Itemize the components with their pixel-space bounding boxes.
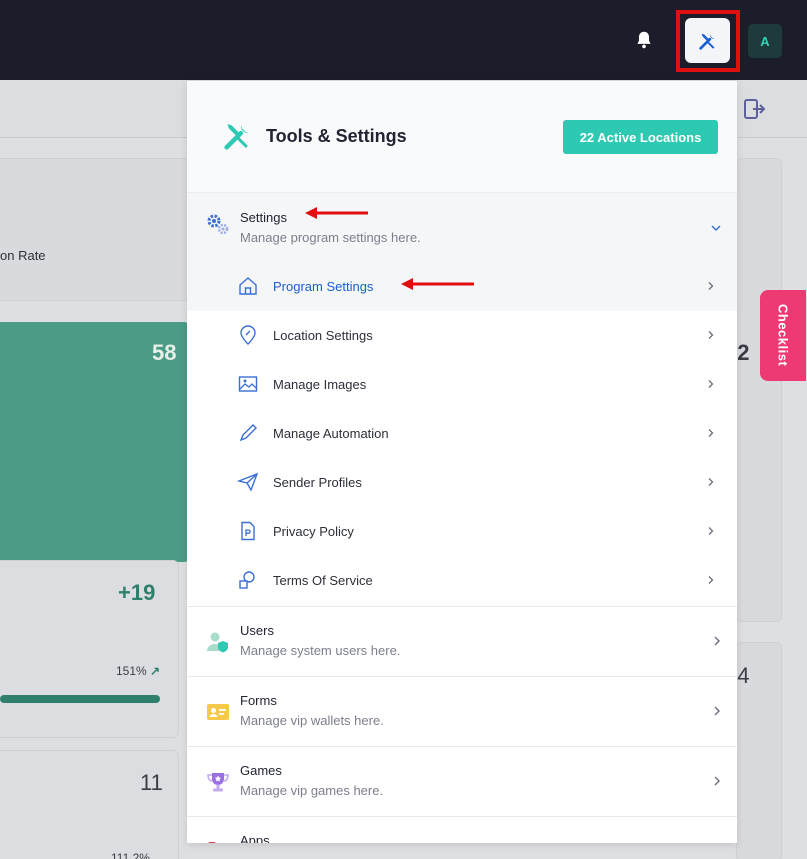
chevron-right-icon <box>708 429 714 437</box>
dropdown-title: Tools & Settings <box>266 126 407 146</box>
tools-icon <box>698 33 715 50</box>
stat-percent: 111.2% <box>111 851 150 859</box>
gears-icon <box>204 211 232 239</box>
menu-item-location-settings[interactable]: Location Settings <box>187 311 737 360</box>
menu-item-sender-profiles[interactable]: Sender Profiles <box>187 458 737 507</box>
menu-item-label: Privacy Policy <box>273 524 354 539</box>
annotation-arrow-program-settings <box>401 278 474 290</box>
paper-plane-icon <box>237 472 259 492</box>
tools-settings-dropdown: Tools & Settings 22 Active Locations Set… <box>187 81 737 843</box>
annotation-arrow-settings <box>305 207 368 219</box>
menu-item-label: Sender Profiles <box>273 475 362 490</box>
active-locations-badge[interactable]: 22 Active Locations <box>563 120 718 154</box>
bell-icon[interactable] <box>633 29 655 51</box>
menu-item-label: Location Settings <box>273 328 373 343</box>
chevron-right-icon <box>708 478 714 486</box>
stat-card <box>0 750 179 859</box>
stat-card <box>736 158 782 622</box>
stat-card-label: on Rate <box>0 248 46 263</box>
green-stat-value: 58 <box>152 340 177 365</box>
section-subtitle: Manage vip wallets here. <box>240 713 384 728</box>
section-subtitle: Manage system users here. <box>240 643 401 658</box>
document-p-icon <box>241 521 255 541</box>
menu-item-manage-images[interactable]: Manage Images <box>187 360 737 409</box>
stat-value: 62 <box>737 340 750 365</box>
progress-bar <box>0 695 160 703</box>
settings-title: Settings <box>240 210 287 225</box>
menu-item-label: Manage Images <box>273 377 367 392</box>
tools-settings-button[interactable] <box>685 18 730 63</box>
chevron-right-icon <box>708 527 714 535</box>
pencil-icon <box>239 424 257 442</box>
image-icon <box>238 376 258 392</box>
top-navbar: A <box>0 0 807 80</box>
games-section[interactable]: Games Manage vip games here. <box>187 746 737 816</box>
stat-value: 14 <box>737 663 750 688</box>
forms-section[interactable]: Forms Manage vip wallets here. <box>187 676 737 746</box>
stat-value: +19 <box>118 580 156 605</box>
trend-up-icon: ↗ <box>150 664 161 678</box>
menu-item-manage-automation[interactable]: Manage Automation <box>187 409 737 458</box>
location-pin-icon <box>240 325 256 345</box>
id-card-icon <box>204 698 232 726</box>
chevron-right-icon <box>714 776 720 786</box>
chevron-down-icon[interactable] <box>710 222 722 234</box>
chevron-right-icon <box>708 331 714 339</box>
menu-item-label: Terms Of Service <box>273 573 373 588</box>
chevron-right-icon <box>708 380 714 388</box>
chevron-right-icon <box>714 706 720 716</box>
stat-value: 11 <box>140 770 163 795</box>
section-title: Users <box>240 623 274 638</box>
trophy-icon <box>204 768 232 796</box>
section-title: Forms <box>240 693 277 708</box>
section-subtitle: Manage vip games here. <box>240 783 384 798</box>
stat-percent-value: 151% <box>116 664 147 678</box>
chevron-right-icon <box>708 282 714 290</box>
user-shield-icon <box>204 628 232 656</box>
logout-icon[interactable] <box>743 98 767 120</box>
section-title: Games <box>240 763 282 778</box>
chevron-right-icon <box>708 576 714 584</box>
home-icon <box>239 277 257 295</box>
tools-icon <box>218 116 258 156</box>
shapes-icon <box>239 571 255 589</box>
apps-icon <box>204 838 232 843</box>
chevron-right-icon <box>714 636 720 646</box>
stat-percent: 151% ↗ <box>116 664 160 678</box>
checklist-label: Checklist <box>775 304 791 367</box>
menu-item-label: Manage Automation <box>273 426 389 441</box>
users-section[interactable]: Users Manage system users here. <box>187 606 737 676</box>
menu-item-privacy-policy[interactable]: Privacy Policy <box>187 507 737 556</box>
section-title: Apps <box>240 833 270 843</box>
menu-item-label: Program Settings <box>273 279 374 294</box>
stat-card <box>0 158 197 301</box>
settings-subtitle: Manage program settings here. <box>240 230 421 245</box>
dropdown-header: Tools & Settings 22 Active Locations <box>187 81 737 193</box>
menu-item-terms-of-service[interactable]: Terms Of Service <box>187 556 737 605</box>
apps-section[interactable]: Apps <box>187 816 737 843</box>
user-avatar[interactable]: A <box>748 24 782 58</box>
checklist-tab[interactable]: Checklist <box>760 290 806 381</box>
